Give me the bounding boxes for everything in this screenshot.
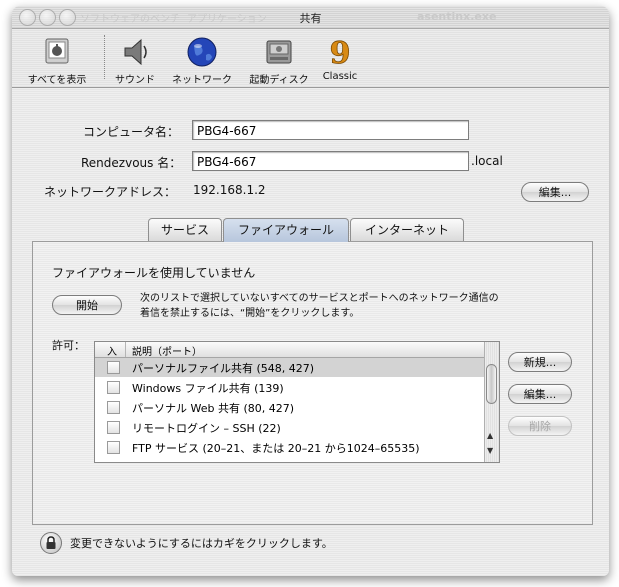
row-label: Windows ファイル共有 (139): [132, 382, 284, 395]
edit-address-button[interactable]: 編集...: [521, 182, 589, 202]
toolbar-classic[interactable]: 9 Classic: [317, 35, 363, 82]
hard-disk-icon: [266, 40, 292, 64]
toolbar-network[interactable]: ネットワーク: [164, 35, 240, 86]
lock-hint: 変更できないようにするにはカギをクリックします。: [70, 537, 333, 550]
table-row[interactable]: Windows ファイル共有 (139): [95, 378, 485, 397]
rendezvous-suffix: .local: [471, 154, 503, 168]
rendezvous-name-label: Rendezvous 名：: [81, 156, 182, 170]
toolbar-label: すべてを表示: [27, 75, 87, 86]
apple-icon: [45, 38, 69, 64]
toolbar-separator: [104, 35, 105, 79]
scroll-up-arrow-icon[interactable]: ▲: [487, 431, 493, 440]
start-firewall-button[interactable]: 開始: [52, 295, 122, 315]
toolbar-label: サウンド: [115, 75, 155, 86]
column-header-description[interactable]: 説明（ポート）: [132, 343, 202, 358]
speaker-icon: [124, 38, 147, 66]
table-header: 入 説明（ポート）: [95, 342, 485, 358]
scroll-down-arrow-icon[interactable]: ▼: [487, 446, 493, 455]
svg-text:9: 9: [330, 36, 351, 69]
table-row[interactable]: パーソナル Web 共有 (80, 427): [95, 398, 485, 417]
network-address-label: ネットワークアドレス：: [44, 185, 177, 199]
row-checkbox[interactable]: [107, 361, 120, 374]
toolbar-startup-disk[interactable]: 起動ディスク: [244, 35, 314, 86]
row-checkbox[interactable]: [107, 381, 120, 394]
toolbar-label: Classic: [322, 71, 358, 82]
title-bar[interactable]: ソフトウェアのベンチ アプリケーション 共有 asentinx.exe: [12, 6, 609, 29]
preferences-window: ソフトウェアのベンチ アプリケーション 共有 asentinx.exe すべてを…: [12, 6, 609, 576]
table-scrollbar[interactable]: ▲ ▼: [484, 342, 499, 462]
ports-table: 入 説明（ポート） パーソナルファイル共有 (548, 427) Windows…: [94, 341, 500, 463]
row-label: FTP サービス (20–21、または 20–21 から1024–65535): [132, 442, 420, 455]
globe-icon: [187, 37, 217, 67]
row-label: パーソナルファイル共有 (548, 427): [132, 362, 315, 375]
allow-label: 許可：: [52, 339, 85, 352]
toolbar: すべてを表示 サウンド ネットワーク 起動ディスク 9 Classic: [12, 29, 609, 88]
row-label: リモートログイン – SSH (22): [132, 422, 281, 435]
window-title: 共有: [299, 12, 322, 25]
row-label: パーソナル Web 共有 (80, 427): [132, 402, 295, 415]
row-checkbox[interactable]: [107, 401, 120, 414]
network-address-value: 192.168.1.2: [193, 183, 266, 197]
tab-internet[interactable]: インターネット: [350, 218, 464, 241]
classic-9-icon: 9: [329, 36, 351, 69]
column-header-on[interactable]: 入: [107, 343, 117, 358]
row-checkbox[interactable]: [107, 441, 120, 454]
table-row[interactable]: FTP サービス (20–21、または 20–21 から1024–65535): [95, 438, 485, 457]
tab-services[interactable]: サービス: [148, 218, 222, 241]
firewall-status: ファイアウォールを使用していません: [52, 266, 256, 280]
new-port-button[interactable]: 新規...: [508, 352, 572, 372]
lock-button[interactable]: [40, 532, 62, 554]
description-line: 次のリストで選択していないすべてのサービスとポートへのネットワーク通信の: [140, 293, 499, 304]
row-checkbox[interactable]: [107, 421, 120, 434]
tab-firewall[interactable]: ファイアウォール: [223, 218, 349, 242]
toolbar-label: ネットワーク: [172, 75, 232, 86]
scroll-thumb[interactable]: [486, 364, 497, 404]
toolbar-show-all[interactable]: すべてを表示: [18, 35, 96, 86]
lock-icon: [46, 536, 56, 549]
toolbar-label: 起動ディスク: [249, 75, 309, 86]
edit-port-button[interactable]: 編集...: [508, 384, 572, 404]
computer-name-field[interactable]: PBG4-667: [192, 120, 469, 140]
ghost-title-right: asentinx.exe: [417, 10, 497, 23]
firewall-description: 次のリストで選択していないすべてのサービスとポートへのネットワーク通信の 着信を…: [140, 291, 499, 321]
table-row[interactable]: リモートログイン – SSH (22): [95, 418, 485, 437]
toolbar-sound[interactable]: サウンド: [110, 35, 160, 86]
computer-name-label: コンピュータ名：: [83, 125, 180, 139]
description-line: 着信を禁止するには、“開始”をクリックします。: [140, 308, 360, 319]
delete-port-button[interactable]: 削除: [508, 416, 572, 436]
rendezvous-name-field[interactable]: PBG4-667: [192, 151, 469, 171]
table-row[interactable]: パーソナルファイル共有 (548, 427): [95, 358, 485, 377]
